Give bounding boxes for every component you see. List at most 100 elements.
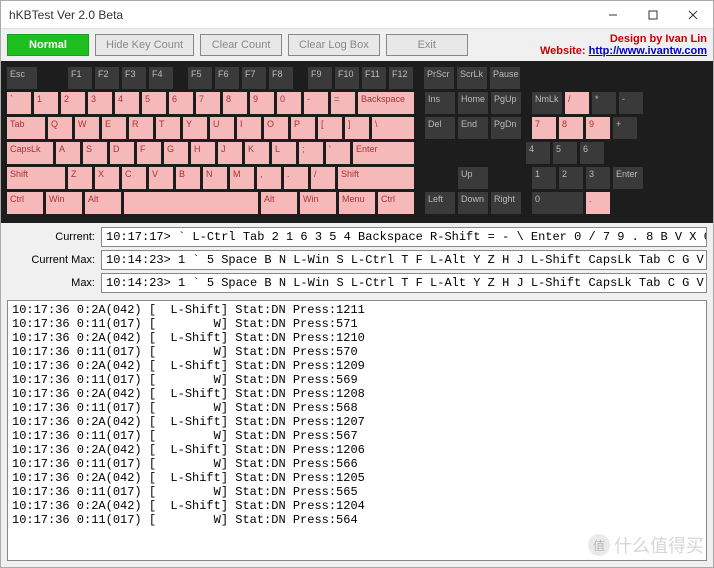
key-ins[interactable]: Ins	[425, 92, 455, 114]
key-enter[interactable]: Enter	[353, 142, 414, 164]
close-button[interactable]	[673, 1, 713, 29]
key-[interactable]: '	[326, 142, 350, 164]
key-space[interactable]	[124, 192, 258, 214]
key-1[interactable]: 1	[532, 167, 556, 189]
key-win[interactable]: Win	[46, 192, 82, 214]
key-alt[interactable]: Alt	[85, 192, 121, 214]
key-end[interactable]: End	[458, 117, 488, 139]
key-[interactable]: -	[619, 92, 643, 114]
key-f4[interactable]: F4	[149, 67, 173, 89]
key-6[interactable]: 6	[169, 92, 193, 114]
key-1[interactable]: 1	[34, 92, 58, 114]
minimize-button[interactable]	[593, 1, 633, 29]
key-home[interactable]: Home	[458, 92, 488, 114]
exit-button[interactable]: Exit	[386, 34, 468, 56]
key-f7[interactable]: F7	[242, 67, 266, 89]
key-f3[interactable]: F3	[122, 67, 146, 89]
key-y[interactable]: Y	[183, 117, 207, 139]
key-ctrl[interactable]: Ctrl	[378, 192, 414, 214]
key-pgdn[interactable]: PgDn	[491, 117, 521, 139]
key-pause[interactable]: Pause	[490, 67, 520, 89]
key-[interactable]: /	[565, 92, 589, 114]
key-3[interactable]: 3	[88, 92, 112, 114]
key-[interactable]: ,	[257, 167, 281, 189]
key-shift[interactable]: Shift	[338, 167, 414, 189]
key-9[interactable]: 9	[586, 117, 610, 139]
key-q[interactable]: Q	[48, 117, 72, 139]
key-menu[interactable]: Menu	[339, 192, 375, 214]
key-9[interactable]: 9	[250, 92, 274, 114]
key-tab[interactable]: Tab	[7, 117, 45, 139]
key-right[interactable]: Right	[491, 192, 521, 214]
key-d[interactable]: D	[110, 142, 134, 164]
key-a[interactable]: A	[56, 142, 80, 164]
key-f[interactable]: F	[137, 142, 161, 164]
key-b[interactable]: B	[176, 167, 200, 189]
hidekeycount-button[interactable]: Hide Key Count	[95, 34, 194, 56]
key-s[interactable]: S	[83, 142, 107, 164]
clearcount-button[interactable]: Clear Count	[200, 34, 282, 56]
key-7[interactable]: 7	[196, 92, 220, 114]
key-4[interactable]: 4	[526, 142, 550, 164]
key-backspace[interactable]: Backspace	[358, 92, 414, 114]
key-t[interactable]: T	[156, 117, 180, 139]
key-5[interactable]: 5	[142, 92, 166, 114]
key-e[interactable]: E	[102, 117, 126, 139]
key-5[interactable]: 5	[553, 142, 577, 164]
key-o[interactable]: O	[264, 117, 288, 139]
key-2[interactable]: 2	[61, 92, 85, 114]
key-ctrl[interactable]: Ctrl	[7, 192, 43, 214]
key-f8[interactable]: F8	[269, 67, 293, 89]
key-f2[interactable]: F2	[95, 67, 119, 89]
key-w[interactable]: W	[75, 117, 99, 139]
key-f11[interactable]: F11	[362, 67, 386, 89]
log-box[interactable]: 10:17:36 0:2A(042) [ L-Shift] Stat:DN Pr…	[7, 300, 707, 561]
key-f5[interactable]: F5	[188, 67, 212, 89]
key-g[interactable]: G	[164, 142, 188, 164]
key-down[interactable]: Down	[458, 192, 488, 214]
key-r[interactable]: R	[129, 117, 153, 139]
key-f12[interactable]: F12	[389, 67, 413, 89]
key-[interactable]: -	[304, 92, 328, 114]
key-l[interactable]: L	[272, 142, 296, 164]
key-n[interactable]: N	[203, 167, 227, 189]
key-[interactable]: `	[7, 92, 31, 114]
key-i[interactable]: I	[237, 117, 261, 139]
key-win[interactable]: Win	[300, 192, 336, 214]
key-0[interactable]: 0	[532, 192, 583, 214]
credits-website-link[interactable]: http://www.ivantw.com	[589, 45, 707, 57]
key-[interactable]: .	[284, 167, 308, 189]
key-6[interactable]: 6	[580, 142, 604, 164]
key-esc[interactable]: Esc	[7, 67, 37, 89]
key-del[interactable]: Del	[425, 117, 455, 139]
key-x[interactable]: X	[95, 167, 119, 189]
key-f6[interactable]: F6	[215, 67, 239, 89]
key-enter[interactable]: Enter	[613, 167, 643, 189]
key-[interactable]: =	[331, 92, 355, 114]
key-capslk[interactable]: CapsLk	[7, 142, 53, 164]
key-4[interactable]: 4	[115, 92, 139, 114]
clearlog-button[interactable]: Clear Log Box	[288, 34, 380, 56]
key-f1[interactable]: F1	[68, 67, 92, 89]
key-u[interactable]: U	[210, 117, 234, 139]
key-[interactable]: ]	[345, 117, 369, 139]
key-up[interactable]: Up	[458, 167, 488, 189]
maximize-button[interactable]	[633, 1, 673, 29]
key-p[interactable]: P	[291, 117, 315, 139]
key-alt[interactable]: Alt	[261, 192, 297, 214]
key-h[interactable]: H	[191, 142, 215, 164]
key-nmlk[interactable]: NmLk	[532, 92, 562, 114]
normal-button[interactable]: Normal	[7, 34, 89, 56]
key-[interactable]: /	[311, 167, 335, 189]
key-[interactable]: ;	[299, 142, 323, 164]
key-[interactable]: \	[372, 117, 414, 139]
key-[interactable]: *	[592, 92, 616, 114]
key-[interactable]: [	[318, 117, 342, 139]
key-f10[interactable]: F10	[335, 67, 359, 89]
key-m[interactable]: M	[230, 167, 254, 189]
key-c[interactable]: C	[122, 167, 146, 189]
key-3[interactable]: 3	[586, 167, 610, 189]
key-j[interactable]: J	[218, 142, 242, 164]
key-k[interactable]: K	[245, 142, 269, 164]
key-8[interactable]: 8	[223, 92, 247, 114]
